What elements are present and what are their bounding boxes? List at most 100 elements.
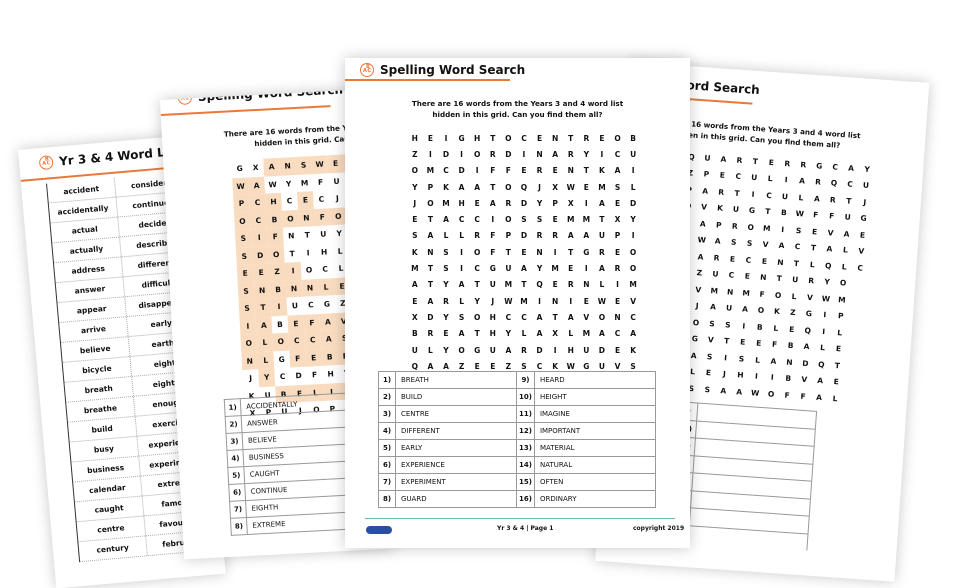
grid-letter[interactable]: I [547,342,563,358]
grid-letter[interactable]: T [284,244,301,262]
grid-letter[interactable]: N [610,309,626,325]
grid-letter[interactable]: S [725,234,742,252]
grid-letter[interactable]: X [547,326,563,342]
grid-letter[interactable]: E [610,293,626,309]
grid-letter[interactable]: T [423,277,439,293]
grid-letter[interactable]: E [700,364,717,382]
grid-letter[interactable]: E [750,335,767,353]
grid-letter[interactable]: U [721,299,738,317]
grid-letter[interactable]: A [692,248,709,266]
grid-letter[interactable]: S [407,228,423,244]
grid-letter[interactable]: Y [501,326,517,342]
grid-letter[interactable]: B [751,318,768,336]
grid-letter[interactable]: F [766,336,783,354]
grid-letter[interactable]: H [322,365,339,383]
grid-letter[interactable]: W [747,384,764,402]
grid-letter[interactable]: U [328,172,345,190]
grid-letter[interactable]: I [774,221,791,239]
grid-letter[interactable]: A [563,309,579,325]
grid-letter[interactable]: U [287,297,304,315]
grid-letter[interactable]: Y [280,174,297,192]
grid-letter[interactable]: I [469,163,485,179]
grid-letter[interactable]: F [312,173,329,191]
grid-letter[interactable]: I [594,146,610,162]
grid-letter[interactable]: E [579,179,595,195]
grid-letter[interactable]: A [454,179,470,195]
grid-letter[interactable]: L [516,326,532,342]
grid-letter[interactable]: G [743,202,760,220]
grid-letter[interactable]: W [563,179,579,195]
grid-letter[interactable]: T [759,203,776,221]
grid-letter[interactable]: M [833,291,850,309]
grid-letter[interactable]: E [763,154,780,172]
grid-letter[interactable]: Q [532,277,548,293]
grid-letter[interactable]: H [316,243,333,261]
grid-letter[interactable]: B [780,370,797,388]
grid-letter[interactable]: B [625,130,641,146]
grid-letter[interactable]: J [407,195,423,211]
grid-letter[interactable]: H [265,192,282,212]
grid-letter[interactable]: H [454,195,470,211]
grid-letter[interactable]: E [724,250,741,268]
grid-letter[interactable]: C [304,330,322,350]
grid-letter[interactable]: I [454,244,470,260]
grid-letter[interactable]: W [501,293,517,309]
grid-letter[interactable]: N [547,293,563,309]
grid-letter[interactable]: L [786,287,803,305]
grid-letter[interactable]: U [625,146,641,162]
grid-letter[interactable]: T [579,163,595,179]
grid-letter[interactable]: E [516,244,532,260]
grid-letter[interactable]: Y [407,179,423,195]
grid-letter[interactable]: L [749,351,766,369]
grid-letter[interactable]: N [755,269,772,287]
grid-letter[interactable]: E [305,348,323,367]
grid-letter[interactable]: S [438,260,454,276]
grid-letter[interactable]: O [469,244,485,260]
grid-letter[interactable]: O [234,211,251,231]
grid-letter[interactable]: S [237,281,255,301]
grid-letter[interactable]: V [796,371,813,389]
grid-letter[interactable]: A [563,228,579,244]
grid-letter[interactable]: Y [579,146,595,162]
grid-letter[interactable]: T [718,332,735,350]
grid-letter[interactable]: K [625,342,641,358]
grid-letter[interactable]: L [837,241,854,259]
grid-letter[interactable]: I [625,228,641,244]
grid-letter[interactable]: I [438,130,454,146]
grid-letter[interactable]: I [717,349,734,367]
grid-letter[interactable]: A [705,298,722,316]
grid-letter[interactable]: T [563,130,579,146]
grid-letter[interactable]: F [779,386,796,404]
grid-letter[interactable]: E [739,268,756,286]
grid-letter[interactable]: U [501,260,517,276]
grid-letter[interactable]: I [239,316,257,336]
grid-letter[interactable]: P [710,216,727,234]
grid-letter[interactable]: T [485,130,501,146]
grid-letter[interactable]: C [610,146,626,162]
grid-letter[interactable]: O [469,146,485,162]
grid-letter[interactable]: T [423,260,439,276]
grid-letter[interactable]: C [438,163,454,179]
grid-letter[interactable]: U [746,169,763,187]
grid-letter[interactable]: C [317,260,334,278]
grid-letter[interactable]: L [256,333,274,352]
grid-letter[interactable]: C [610,326,626,342]
grid-letter[interactable]: C [274,368,291,386]
grid-letter[interactable]: W [311,155,329,174]
grid-letter[interactable]: A [248,176,266,195]
grid-letter[interactable]: P [698,166,715,184]
grid-letter[interactable]: R [438,293,454,309]
grid-letter[interactable]: I [454,146,470,162]
grid-letter[interactable]: X [563,195,579,211]
grid-letter[interactable]: V [801,289,818,307]
grid-letter[interactable]: I [745,185,762,203]
grid-letter[interactable]: B [407,326,423,342]
grid-letter[interactable]: D [423,309,439,325]
grid-letter[interactable]: O [240,334,258,353]
grid-letter[interactable]: D [501,146,517,162]
grid-letter[interactable]: S [610,179,626,195]
grid-letter[interactable]: R [824,191,841,209]
grid-letter[interactable]: E [828,373,845,391]
grid-letter[interactable]: Z [268,262,286,282]
grid-letter[interactable]: C [730,168,747,186]
